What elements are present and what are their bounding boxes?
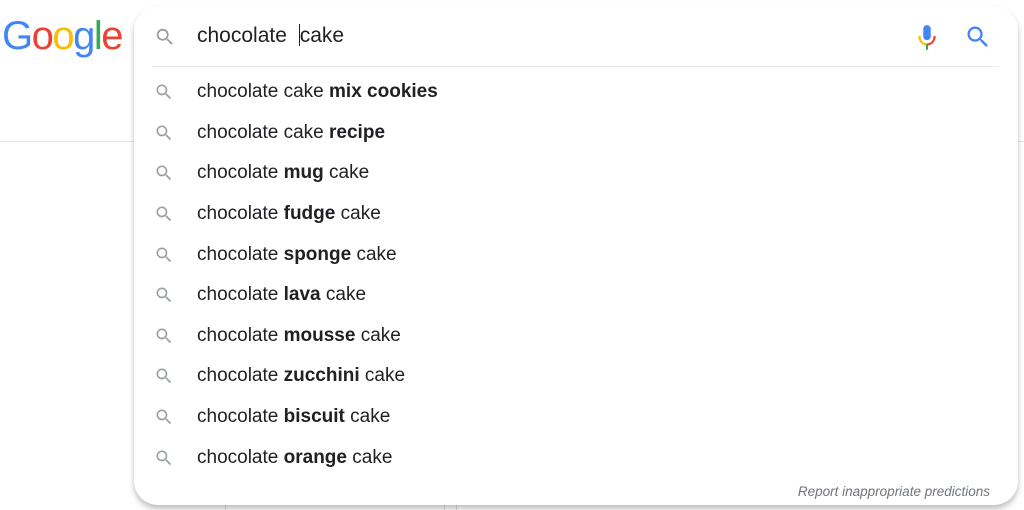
suggestion-label: chocolate biscuit cake (197, 406, 391, 428)
suggestion-label: chocolate orange cake (197, 446, 393, 468)
search-icon (156, 247, 172, 262)
suggestion-label: chocolate lava cake (197, 284, 367, 306)
microphone-icon[interactable] (914, 23, 940, 53)
search-icon (156, 206, 172, 222)
search-icon (156, 409, 172, 425)
search-input-row[interactable]: chocolate cake (134, 6, 1018, 66)
query-text: chocolate (197, 24, 293, 47)
logo-letter: G (2, 14, 33, 58)
search-icon (156, 165, 172, 181)
search-icon (156, 450, 172, 465)
suggestion-item[interactable]: chocolate fudge cake (134, 194, 1018, 235)
search-icon (156, 28, 173, 45)
suggestion-label: chocolate fudge cake (197, 203, 381, 225)
suggestion-list: chocolate cake mix cookies chocolate cak… (134, 72, 1018, 478)
suggestion-label: chocolate zucchini cake (197, 365, 406, 387)
search-submit-icon[interactable] (964, 23, 992, 51)
logo-letter: e (101, 14, 123, 58)
google-logo[interactable]: Google (2, 14, 123, 58)
suggestion-label: chocolate mug cake (197, 162, 370, 184)
suggestion-item[interactable]: chocolate orange cake (134, 437, 1018, 478)
suggestion-label: chocolate cake mix cookies (197, 81, 438, 103)
logo-letter: l (93, 14, 103, 58)
suggestion-item[interactable]: chocolate cake recipe (134, 113, 1018, 154)
suggestion-label: chocolate sponge cake (197, 243, 397, 265)
query-text: cake (299, 24, 345, 47)
suggestion-item[interactable]: chocolate mug cake (134, 153, 1018, 194)
logo-letter: o (31, 14, 54, 58)
input-divider (152, 66, 999, 67)
suggestion-label: chocolate mousse cake (197, 324, 401, 346)
report-predictions-link[interactable]: Report inappropriate predictions (798, 484, 990, 499)
suggestion-item[interactable]: chocolate zucchini cake (134, 356, 1018, 397)
search-icon (156, 84, 172, 100)
search-icon (156, 287, 172, 303)
logo-letter: o (52, 14, 74, 58)
search-box: chocolate cake chocolate cake mix cookie… (134, 6, 1018, 505)
suggestion-item[interactable]: chocolate biscuit cake (134, 397, 1018, 438)
suggestion-item[interactable]: chocolate lava cake (134, 275, 1018, 316)
suggestion-item[interactable]: chocolate sponge cake (134, 234, 1018, 275)
search-icon (156, 328, 172, 343)
search-input[interactable]: chocolate cake (197, 23, 344, 49)
search-icon (156, 125, 172, 140)
search-icon (156, 368, 172, 384)
suggestion-item[interactable]: chocolate cake mix cookies (134, 72, 1018, 113)
logo-letter: g (73, 14, 95, 58)
suggestion-label: chocolate cake recipe (197, 121, 386, 143)
suggestion-item[interactable]: chocolate mousse cake (134, 316, 1018, 357)
